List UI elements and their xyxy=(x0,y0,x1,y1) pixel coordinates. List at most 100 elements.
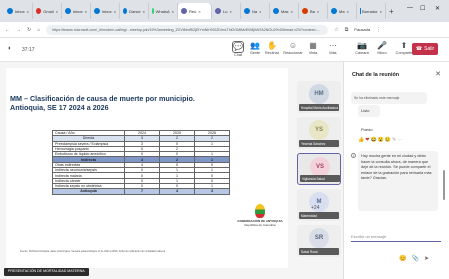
tab-favicon-icon xyxy=(244,8,250,14)
tab-favicon-icon xyxy=(94,8,100,14)
toolbar-label: Reaccionar xyxy=(283,51,303,55)
table-cell: 3 xyxy=(194,188,230,195)
tab-close-icon[interactable]: × xyxy=(198,9,200,14)
browser-tab[interactable]: Reu × xyxy=(178,3,212,19)
tab-favicon-icon xyxy=(152,8,154,14)
surprised-icon[interactable]: 😮 xyxy=(378,137,385,143)
tab-close-icon[interactable]: × xyxy=(114,9,116,14)
tab-favicon-icon xyxy=(215,8,221,14)
attach-icon[interactable]: 📎 xyxy=(411,256,418,262)
browser-tab[interactable]: Dance × xyxy=(120,3,149,19)
tab-close-icon[interactable]: × xyxy=(291,9,293,14)
leave-button[interactable]: ☎ Salir xyxy=(412,43,438,55)
send-icon[interactable]: ➤ xyxy=(424,256,429,262)
tab-close-icon[interactable]: × xyxy=(259,9,261,14)
share-icon: ⬆ xyxy=(400,41,408,50)
tab-close-icon[interactable]: × xyxy=(143,9,145,14)
participant-tile[interactable]: HM Hospital María Auxiliadora xyxy=(297,81,341,113)
browser-tab[interactable]: Inbox × xyxy=(91,3,120,19)
table-cell: 4 xyxy=(159,188,195,195)
tab-favicon-icon xyxy=(7,8,13,14)
camera-button[interactable]: 📷 Cámara xyxy=(352,41,372,55)
browser-menu-icon[interactable]: ⋮ xyxy=(376,27,381,33)
tab-close-icon[interactable]: × xyxy=(347,9,349,14)
url-field[interactable]: https://teams.microsoft.com/_#/modern-ca… xyxy=(46,24,329,35)
more-participants[interactable]: +24 xyxy=(311,205,319,211)
browser-tab[interactable]: Borrador × xyxy=(357,3,386,19)
table-row: Antioquia 7 4 3 xyxy=(52,188,230,195)
avatar: VS xyxy=(310,157,330,177)
forward-icon[interactable]: → xyxy=(16,27,21,33)
browser-tab[interactable]: Lu × xyxy=(212,3,241,19)
close-icon[interactable]: ✕ xyxy=(435,70,441,78)
site-info-icon[interactable]: ⌂ xyxy=(37,27,40,33)
tab-label: Ba xyxy=(310,8,315,14)
minimize-icon[interactable]: — xyxy=(407,5,413,11)
more-options-icon[interactable]: ⋯ xyxy=(397,137,403,143)
browser-tab[interactable]: Na × xyxy=(241,3,270,19)
participant-name: Vigilancia Salud xyxy=(300,175,340,182)
profile-status[interactable]: Pausada xyxy=(354,27,370,32)
tab-label: Ma xyxy=(339,8,345,14)
chat-title: Chat de la reunión xyxy=(352,72,400,78)
react-button[interactable]: ☺ Reaccionar xyxy=(283,41,303,55)
antioquia-seal xyxy=(255,204,265,218)
browser-tab[interactable]: Ba × xyxy=(299,3,328,19)
participant-tile[interactable]: VS Vigilancia Salud xyxy=(297,153,341,185)
tab-favicon-icon xyxy=(36,8,42,14)
react-icon: ☺ xyxy=(288,41,298,50)
browser-tab[interactable]: Gmail × xyxy=(33,3,62,19)
toolbar-label: Micro xyxy=(377,51,387,55)
browser-tab[interactable]: Inbox × xyxy=(4,3,33,19)
browser-tab[interactable]: WhatsA × xyxy=(149,3,178,19)
tab-favicon-icon xyxy=(123,8,128,14)
view-button[interactable]: ▦ Vista xyxy=(303,41,323,55)
share-button[interactable]: ⬆ Compartir xyxy=(394,41,414,55)
participant-name: Hospital María Auxiliadora xyxy=(299,104,339,111)
chat-message: Hay mucha gente en mi ciudad y debo hace… xyxy=(358,151,438,211)
tab-favicon-icon xyxy=(181,8,187,14)
browser-tab[interactable]: Inbox × xyxy=(62,3,91,19)
chat-scrollbar[interactable] xyxy=(443,170,445,200)
view-icon: ▦ xyxy=(309,41,317,50)
tab-favicon-icon xyxy=(65,8,71,14)
close-window-icon[interactable]: ✕ xyxy=(435,5,440,12)
emoji-icon[interactable]: 😊 xyxy=(399,256,406,262)
tab-label: Borrador xyxy=(362,8,378,14)
back-icon[interactable]: ← xyxy=(5,27,10,33)
tab-close-icon[interactable]: × xyxy=(85,9,87,14)
reload-icon[interactable]: ↻ xyxy=(27,27,31,33)
tab-close-icon[interactable]: × xyxy=(56,9,58,14)
participant-name: Salud Rural xyxy=(299,248,339,255)
tab-favicon-icon xyxy=(273,8,279,14)
tab-close-icon[interactable]: × xyxy=(172,9,174,14)
new-tab-button[interactable]: + xyxy=(389,7,394,16)
participant-tile[interactable]: YS Yesenia Sánchez xyxy=(297,117,341,149)
tab-close-icon[interactable]: × xyxy=(380,9,382,14)
chat-compose-input[interactable]: Escribir un mensaje xyxy=(351,232,441,242)
hand-button[interactable]: ✋ Reclinar xyxy=(262,41,282,55)
browser-tab[interactable]: Mas × xyxy=(270,3,299,19)
tab-label: Lu xyxy=(223,8,228,14)
tab-close-icon[interactable]: × xyxy=(317,9,319,14)
chat-message: Se ha eliminado este mensaje xyxy=(351,92,427,104)
tab-label: Dance xyxy=(129,8,141,14)
mic-icon: 🎤 xyxy=(377,41,387,50)
tab-close-icon[interactable]: × xyxy=(27,9,29,14)
tab-label: Mas xyxy=(281,8,289,14)
participant-name: Yesenia Sánchez xyxy=(299,140,339,147)
more-button[interactable]: ⋯ Más xyxy=(323,41,343,55)
leave-label: Salir xyxy=(424,46,435,52)
laugh-icon[interactable]: 😂 xyxy=(370,137,377,143)
hand-icon: ✋ xyxy=(267,41,277,50)
tab-close-icon[interactable]: × xyxy=(229,9,231,14)
participant-tile[interactable]: SR Salud Rural xyxy=(297,225,341,257)
presenter-name-tag: PRESENTACIÓN DE MORTALIDAD MATERNA xyxy=(4,268,89,276)
reaction-bar[interactable]: 👍❤😂😮😢✎⋯ xyxy=(358,137,403,143)
browser-tab[interactable]: Ma × xyxy=(328,3,357,19)
maximize-icon[interactable]: ☐ xyxy=(420,5,425,12)
bookmark-star-icon[interactable]: ☆ xyxy=(334,27,338,33)
slide-title: MM – Clasificación de causa de muerte po… xyxy=(10,94,195,112)
mic-button[interactable]: 🎤 Micro xyxy=(372,41,392,55)
extensions-icon[interactable]: ⧉ xyxy=(345,27,349,33)
